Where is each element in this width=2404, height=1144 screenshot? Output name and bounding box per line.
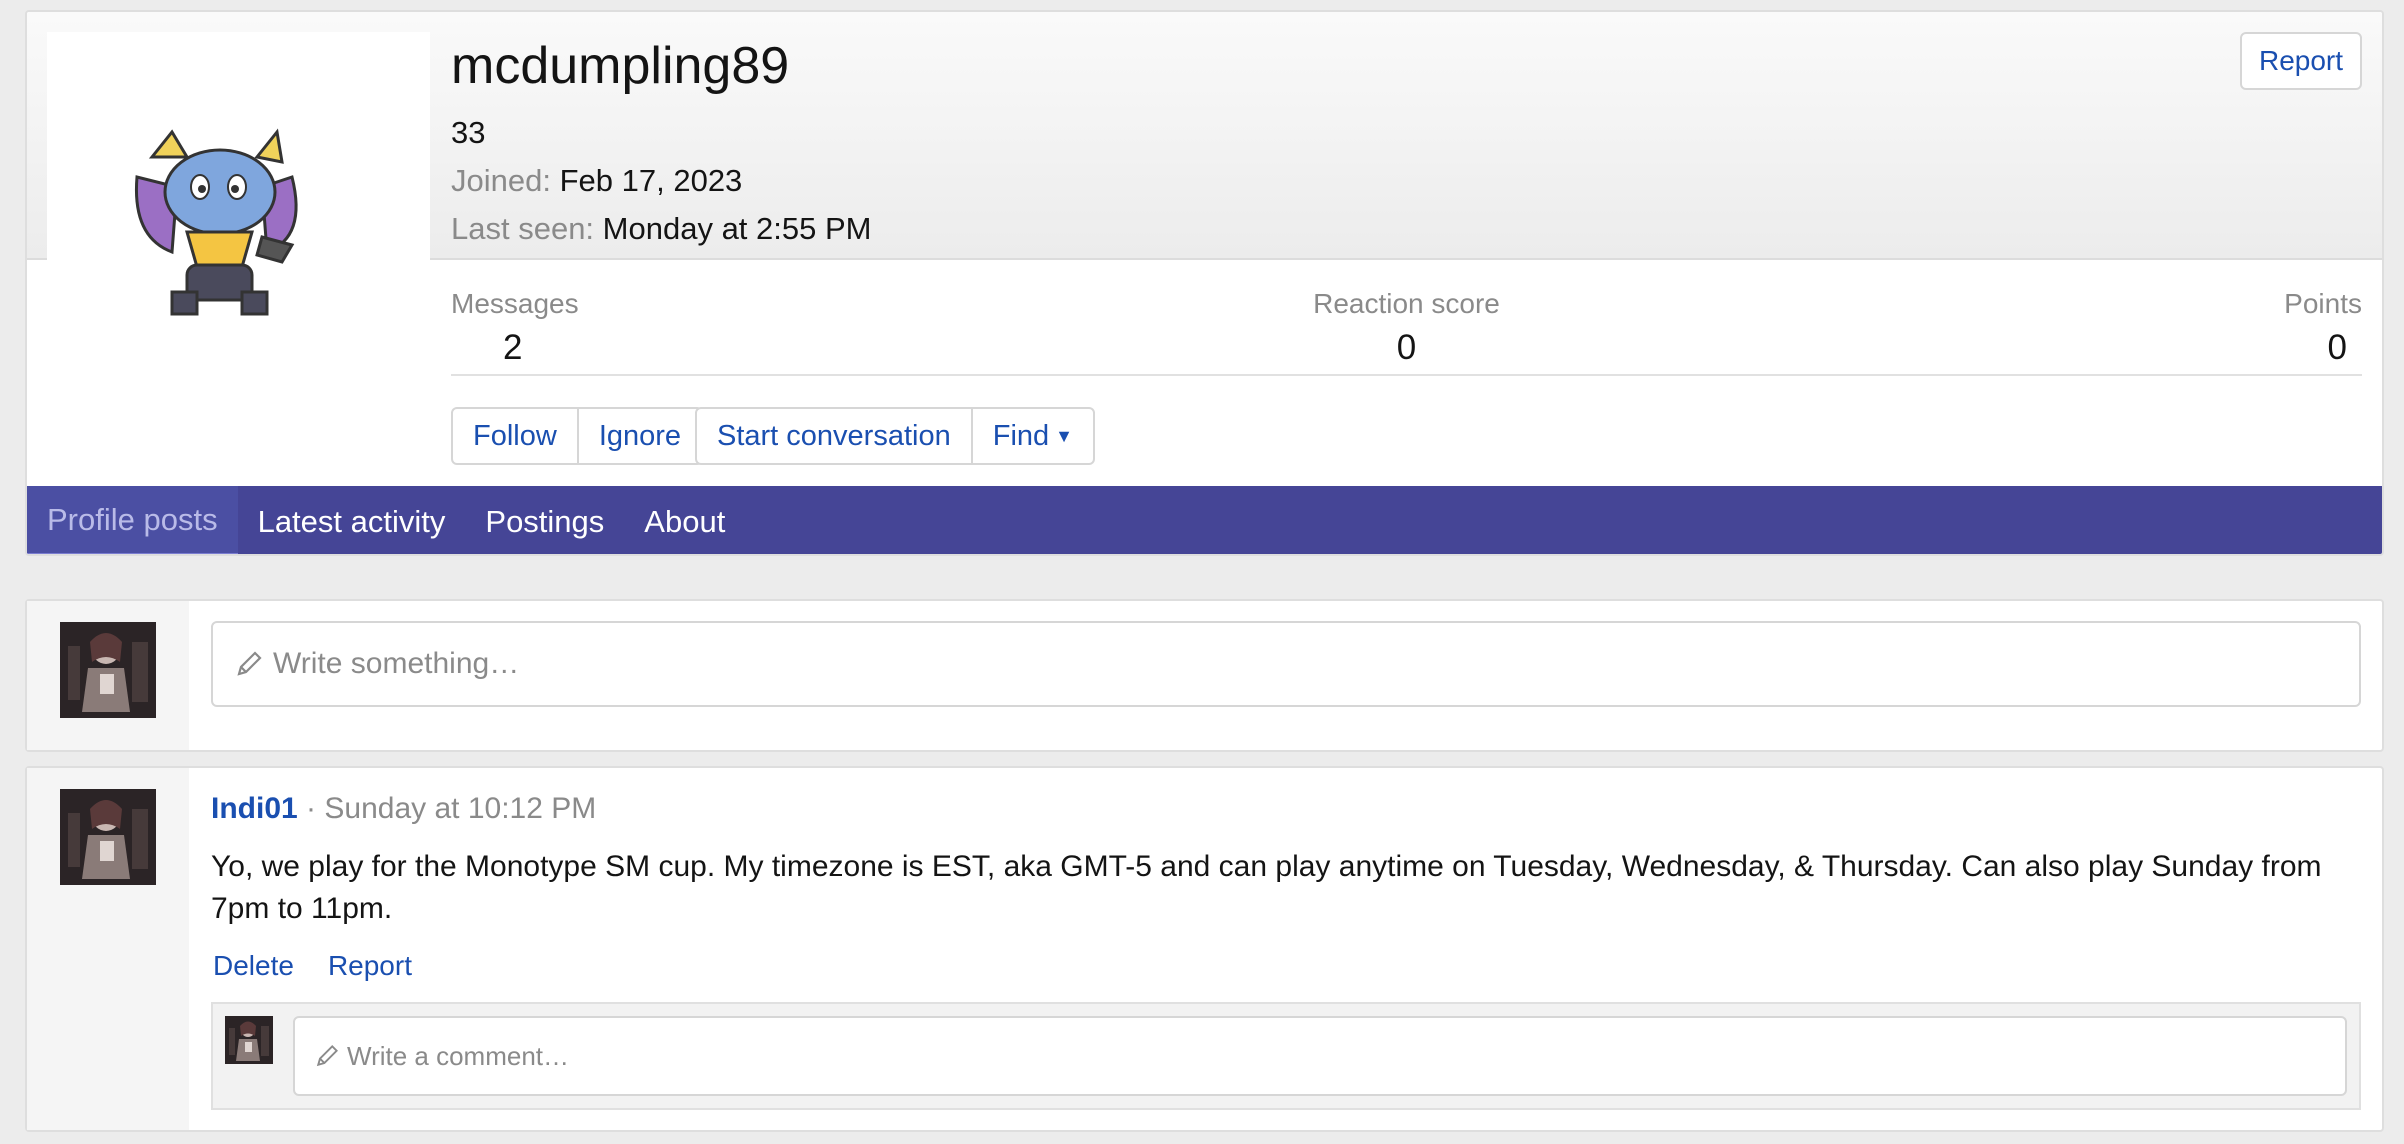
speech-arrow bbox=[171, 643, 189, 679]
write-something-input[interactable]: Write something… bbox=[211, 621, 2361, 707]
stat-value: 0 bbox=[2327, 328, 2347, 367]
new-post-box: Write something… bbox=[25, 599, 2384, 752]
joined-label: Joined: bbox=[451, 163, 551, 198]
pencil-icon bbox=[316, 1045, 338, 1067]
joined-value: Feb 17, 2023 bbox=[559, 163, 743, 198]
meta-separator: · bbox=[306, 792, 317, 825]
caret-down-icon: ▼ bbox=[1055, 425, 1073, 446]
stat-label: Points bbox=[2284, 288, 2362, 319]
stat-value: 0 bbox=[1396, 328, 1417, 367]
user-avatar-icon bbox=[60, 622, 156, 718]
avatar-sprite-icon bbox=[134, 128, 298, 316]
ignore-button[interactable]: Ignore bbox=[579, 409, 701, 463]
write-comment-placeholder: Write a comment… bbox=[347, 1040, 570, 1071]
report-profile-button[interactable]: Report bbox=[2240, 32, 2362, 90]
tab-profile-posts[interactable]: Profile posts bbox=[27, 486, 238, 554]
last-seen-value[interactable]: Monday at 2:55 PM bbox=[603, 211, 872, 246]
profile-tabs: Profile posts Latest activity Postings A… bbox=[27, 486, 2382, 554]
comment-area: Write a comment… bbox=[211, 1002, 2361, 1110]
start-conversation-button[interactable]: Start conversation bbox=[697, 409, 973, 463]
last-seen-row: Last seen: Monday at 2:55 PM bbox=[451, 211, 872, 247]
post-body: Yo, we play for the Monotype SM cup. My … bbox=[211, 850, 2322, 925]
conversation-find-group: Start conversation Find ▼ bbox=[695, 407, 1095, 465]
stat-reaction-score: Reaction score 0 bbox=[1313, 288, 1500, 368]
speech-arrow bbox=[171, 810, 189, 846]
follow-button[interactable]: Follow bbox=[453, 409, 579, 463]
stat-messages[interactable]: Messages 2 bbox=[451, 288, 579, 368]
find-button[interactable]: Find ▼ bbox=[973, 409, 1093, 463]
tab-latest-activity[interactable]: Latest activity bbox=[238, 486, 466, 554]
profile-avatar[interactable] bbox=[47, 32, 430, 415]
profile-post: Indi01 · Sunday at 10:12 PM Yo, we play … bbox=[25, 766, 2384, 1132]
delete-post-link[interactable]: Delete bbox=[213, 950, 294, 982]
write-comment-input[interactable]: Write a comment… bbox=[293, 1016, 2347, 1096]
current-user-avatar[interactable] bbox=[60, 622, 156, 718]
stat-value: 2 bbox=[503, 328, 523, 367]
post-author-link[interactable]: Indi01 bbox=[211, 792, 298, 825]
user-title: 33 bbox=[451, 115, 486, 150]
tab-postings[interactable]: Postings bbox=[465, 486, 624, 554]
follow-ignore-group: Follow Ignore bbox=[451, 407, 704, 465]
post-meta: Indi01 · Sunday at 10:12 PM bbox=[211, 792, 596, 826]
profile-username: mcdumpling89 bbox=[451, 37, 790, 95]
joined-row: Joined: Feb 17, 2023 bbox=[451, 163, 742, 199]
tab-about[interactable]: About bbox=[624, 486, 745, 554]
last-seen-label: Last seen: bbox=[451, 211, 595, 246]
stat-label: Messages bbox=[451, 288, 579, 319]
comment-user-avatar[interactable] bbox=[225, 1016, 273, 1064]
post-author-avatar[interactable] bbox=[60, 789, 156, 885]
write-something-placeholder: Write something… bbox=[273, 647, 520, 680]
user-avatar-icon bbox=[225, 1016, 273, 1064]
profile-card: mcdumpling89 33 Joined: Feb 17, 2023 Las… bbox=[25, 10, 2384, 556]
pencil-icon bbox=[237, 651, 262, 676]
post-actions: Delete Report bbox=[213, 950, 412, 982]
report-post-link[interactable]: Report bbox=[328, 950, 412, 982]
stat-label: Reaction score bbox=[1313, 288, 1500, 319]
profile-stats: Messages 2 Reaction score 0 Points 0 bbox=[451, 274, 2362, 376]
post-timestamp[interactable]: Sunday at 10:12 PM bbox=[324, 792, 596, 825]
find-button-label: Find bbox=[992, 419, 1050, 452]
stat-points[interactable]: Points 0 bbox=[2284, 288, 2362, 368]
user-avatar-icon bbox=[60, 789, 156, 885]
